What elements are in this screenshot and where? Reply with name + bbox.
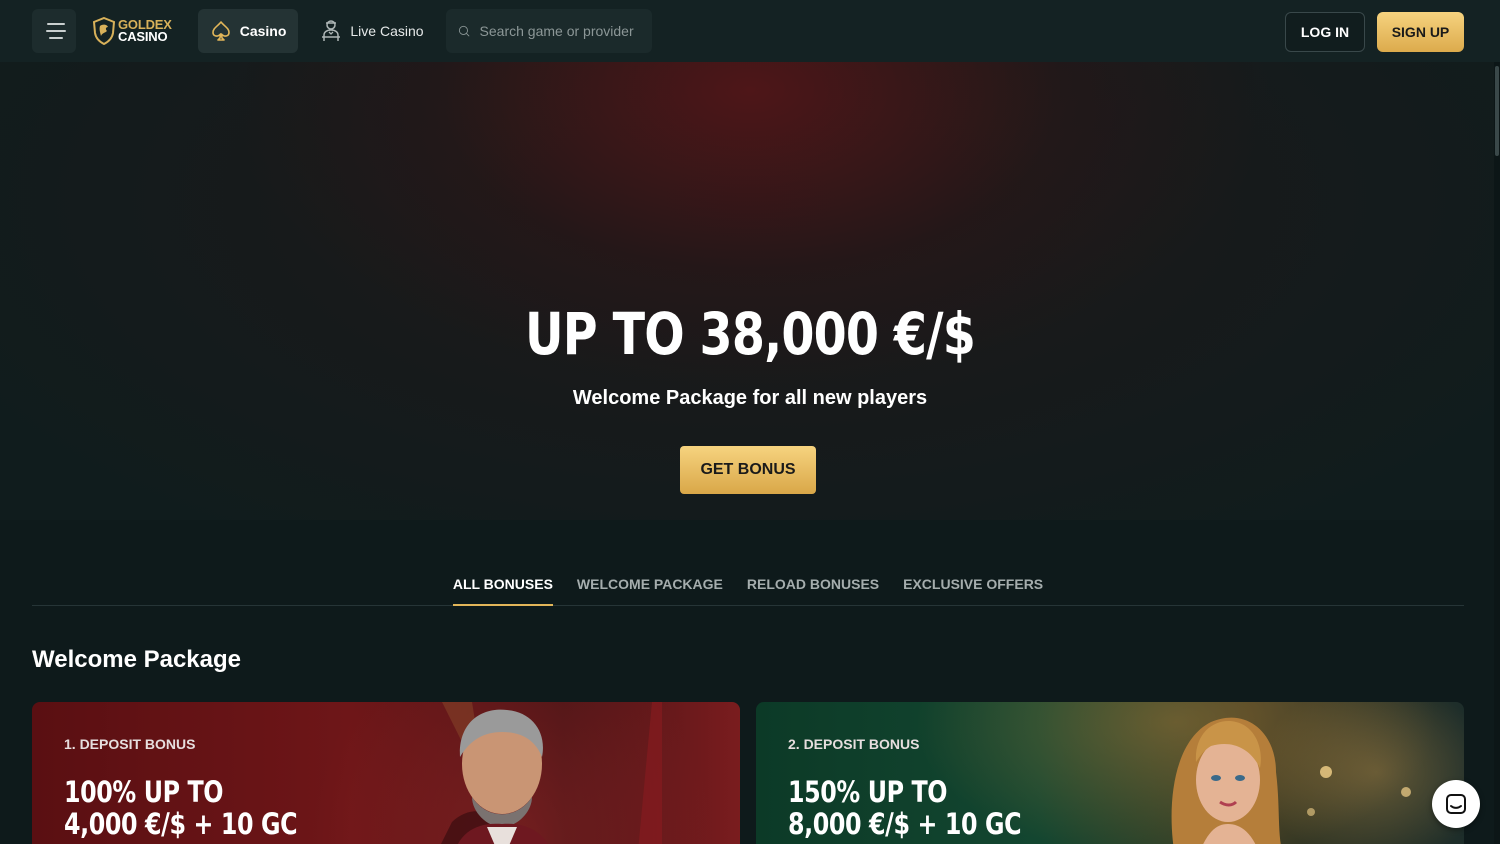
card-1-amount-line1: 100% UP TO xyxy=(64,775,224,809)
top-header: GOLDEX CASINO Casino Live Casino xyxy=(0,0,1500,62)
hero-title: UP TO 38,000 €/$ xyxy=(524,300,976,368)
logo-text-casino: CASINO xyxy=(118,29,168,44)
card-1-amount: 100% UP TO 4,000 €/$ + 10 GC xyxy=(64,775,298,841)
page-scrollbar[interactable] xyxy=(1494,62,1500,844)
nav-casino[interactable]: Casino xyxy=(197,9,299,53)
logo[interactable]: GOLDEX CASINO xyxy=(92,9,172,53)
card-2-amount-line2: 8,000 €/$ + 10 GC xyxy=(788,807,1022,841)
nav-casino-label: Casino xyxy=(239,23,287,39)
bonus-tabs: ALL BONUSES WELCOME PACKAGE RELOAD BONUS… xyxy=(32,566,1464,606)
live-chat-button[interactable] xyxy=(1432,780,1480,828)
signup-button[interactable]: SIGN UP xyxy=(1377,12,1464,52)
chat-icon xyxy=(1446,794,1466,814)
get-bonus-button[interactable]: GET BONUS xyxy=(680,446,816,494)
dealer-icon xyxy=(322,20,341,41)
deposit-bonus-card-2[interactable]: 2. DEPOSIT BONUS 150% UP TO 8,000 €/$ + … xyxy=(756,702,1464,844)
card-1-label: 1. DEPOSIT BONUS xyxy=(64,736,196,752)
search-icon xyxy=(458,25,469,37)
hostess-portrait-image xyxy=(1171,717,1411,844)
host-portrait-image xyxy=(441,702,662,844)
nav-live-casino[interactable]: Live Casino xyxy=(308,9,435,53)
tab-welcome-package[interactable]: WELCOME PACKAGE xyxy=(577,566,723,606)
tab-reload-bonuses[interactable]: RELOAD BONUSES xyxy=(747,566,879,606)
hero-subtitle: Welcome Package for all new players xyxy=(572,387,928,409)
tab-exclusive-offers[interactable]: EXCLUSIVE OFFERS xyxy=(903,566,1043,606)
search-input[interactable] xyxy=(479,23,640,39)
hamburger-menu-button[interactable] xyxy=(32,9,76,53)
shield-logo-icon xyxy=(92,17,116,45)
nav-live-casino-label: Live Casino xyxy=(350,23,424,39)
menu-line-icon xyxy=(46,30,66,32)
search-box[interactable] xyxy=(445,9,652,53)
scrollbar-thumb[interactable] xyxy=(1495,66,1499,156)
section-title: Welcome Package xyxy=(32,646,242,673)
card-2-amount-line1: 150% UP TO xyxy=(788,775,948,809)
menu-line-icon xyxy=(47,23,65,25)
login-button[interactable]: LOG IN xyxy=(1285,12,1365,52)
card-1-amount-line2: 4,000 €/$ + 10 GC xyxy=(64,807,298,841)
menu-line-icon xyxy=(49,37,63,39)
deposit-bonus-card-1[interactable]: 1. DEPOSIT BONUS 100% UP TO 4,000 €/$ + … xyxy=(32,702,740,844)
card-2-label: 2. DEPOSIT BONUS xyxy=(788,736,920,752)
spade-icon xyxy=(211,21,230,41)
tab-all-bonuses[interactable]: ALL BONUSES xyxy=(452,566,553,606)
card-2-amount: 150% UP TO 8,000 €/$ + 10 GC xyxy=(788,775,1022,841)
